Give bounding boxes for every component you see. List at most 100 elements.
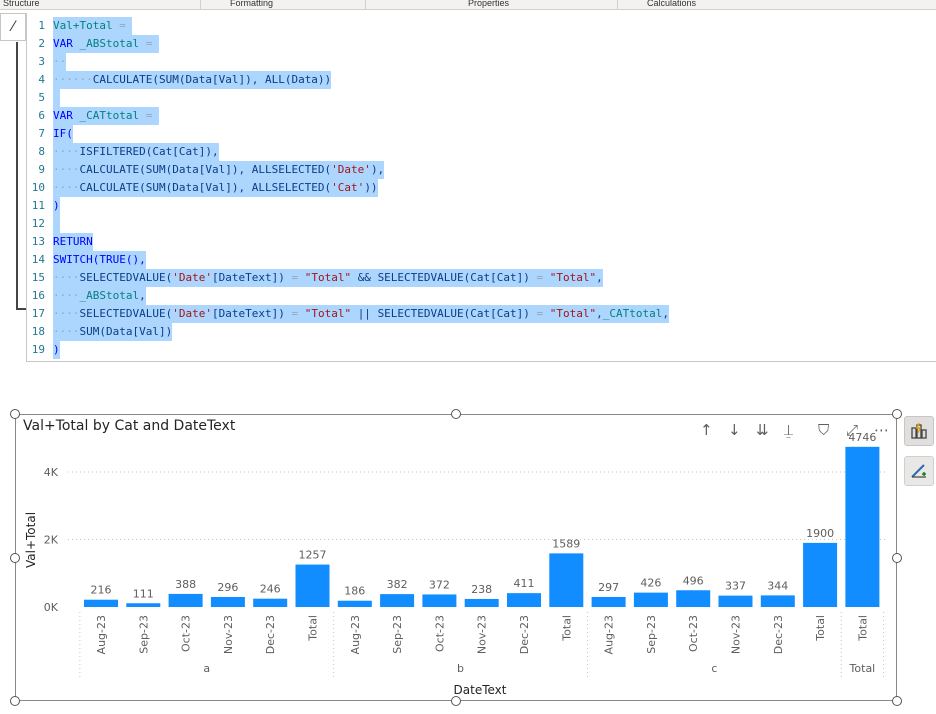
code-token: || (357, 307, 371, 320)
code-token: = (529, 307, 550, 320)
line-number: 18 (31, 325, 45, 338)
line-number: 11 (31, 199, 45, 212)
resize-handle[interactable] (10, 409, 20, 419)
code-token: SELECTEDVALUE( (79, 271, 173, 284)
line-number: 2 (38, 37, 45, 50)
code-token: ·· (53, 55, 67, 68)
code-token: VAR (53, 37, 73, 50)
code-token: "Total" (304, 271, 352, 284)
format-visual-button[interactable] (904, 416, 934, 446)
code-token: ···· (53, 307, 80, 320)
code-text: ) (53, 197, 60, 215)
code-token: VAR (53, 109, 73, 122)
line-number: 3 (38, 55, 45, 68)
code-token: CALCULATE(SUM(Data[Val]), (92, 73, 259, 86)
code-token: , (139, 289, 146, 302)
tab-structure[interactable]: Structure (3, 0, 40, 8)
code-token: [DateText]) (211, 307, 285, 320)
analytics-button[interactable] (904, 456, 934, 486)
line-number: 10 (31, 181, 45, 194)
line-number: 13 (31, 235, 45, 248)
code-token: ···· (53, 163, 80, 176)
code-token: ···· (53, 181, 80, 194)
line-number: 8 (38, 145, 45, 158)
code-text: Val+Total = (53, 17, 133, 35)
code-text: ····SELECTEDVALUE('Date'[DateText]) = "T… (53, 269, 603, 287)
code-token: , (596, 307, 603, 320)
double-arrow-down-icon[interactable]: ⇊ (756, 421, 769, 439)
cancel-formula-button[interactable]: ⁄ (0, 13, 26, 41)
arrow-down-icon[interactable]: ↓ (728, 421, 741, 439)
code-token: ALL(Data)) (264, 73, 332, 86)
code-token: 'Date' (172, 271, 212, 284)
code-token: 'Date' (331, 163, 371, 176)
tab-formatting[interactable]: Formatting (230, 0, 273, 8)
code-token: ···· (53, 271, 80, 284)
code-token: ISFILTERED(Cat[Cat]), (79, 145, 219, 158)
code-token: && (357, 271, 371, 284)
code-token: CALCULATE(SUM(Data[Val]), (79, 163, 246, 176)
resize-handle[interactable] (892, 696, 902, 706)
line-number: 12 (31, 217, 45, 230)
code-token: _CATtotal (602, 307, 663, 320)
code-token: [DateText]) (211, 271, 285, 284)
resize-handle[interactable] (892, 409, 902, 419)
code-token: CALCULATE(SUM(Data[Val]), (79, 181, 246, 194)
visual-title: Val+Total by Cat and DateText (23, 418, 236, 434)
code-text (53, 215, 60, 233)
code-token: ···· (53, 325, 80, 338)
filter-icon[interactable]: ⛉ (818, 421, 829, 439)
tab-calculations[interactable]: Calculations (647, 0, 696, 8)
code-token: = (112, 19, 133, 32)
arrow-up-icon[interactable]: ↑ (700, 421, 713, 439)
analytics-icon (911, 464, 926, 478)
bar-chart-visual[interactable] (15, 414, 897, 701)
slash-icon: ⁄ (11, 19, 15, 35)
line-number: 19 (31, 343, 45, 356)
line-number: 7 (38, 127, 45, 140)
code-token: ) (53, 199, 60, 212)
code-token: ALLSELECTED( (251, 163, 332, 176)
resize-handle[interactable] (892, 553, 902, 563)
code-token: SELECTEDVALUE(Cat[Cat]) (377, 271, 530, 284)
code-text: ······CALCULATE(SUM(Data[Val]), ALL(Data… (53, 71, 332, 89)
format-visual-icon (911, 422, 927, 439)
code-token: )) (364, 181, 378, 194)
code-token: _ABStotal (79, 37, 140, 50)
tab-properties[interactable]: Properties (468, 0, 509, 8)
code-text (53, 89, 60, 107)
expand-hierarchy-icon[interactable]: ⍊ (784, 421, 793, 439)
code-token: = (284, 271, 305, 284)
resize-handle[interactable] (10, 696, 20, 706)
focus-mode-icon[interactable]: ⤢ (846, 421, 858, 439)
line-number: 6 (38, 109, 45, 122)
resize-handle[interactable] (451, 696, 461, 706)
code-token: SWITCH(TRUE(), (53, 253, 146, 266)
code-token: Val+Total (53, 19, 113, 32)
code-text: ····_ABStotal, (53, 287, 146, 305)
line-number: 5 (38, 91, 45, 104)
more-options-icon[interactable]: ⋯ (874, 421, 889, 439)
code-token: ) (53, 343, 60, 356)
resize-handle[interactable] (451, 409, 461, 419)
code-text: RETURN (53, 233, 93, 251)
code-token: ······ (53, 73, 93, 86)
line-number: 1 (38, 19, 45, 32)
code-token: ), (370, 163, 385, 176)
code-token: = (284, 307, 305, 320)
code-token: ···· (53, 145, 80, 158)
code-text: ····CALCULATE(SUM(Data[Val]), ALLSELECTE… (53, 179, 378, 197)
line-number: 16 (31, 289, 45, 302)
code-token: "Total" (549, 307, 597, 320)
dax-formula-editor[interactable]: 1 Val+Total = 2 VAR _ABStotal = 3 ·· 4 ······… (26, 13, 936, 362)
code-token: "Total" (304, 307, 352, 320)
resize-handle[interactable] (10, 553, 20, 563)
